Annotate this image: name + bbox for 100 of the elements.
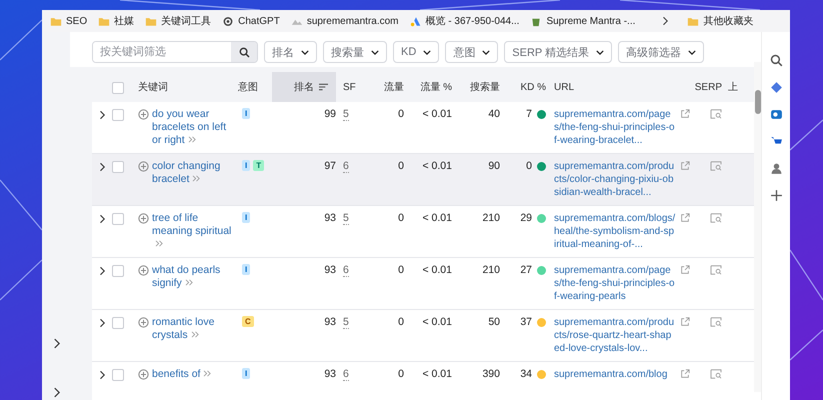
url-link[interactable]: suprememantra.com/blogs/heal/the-symbolism-and-spiritual-meaning-of-... <box>554 212 676 251</box>
double-chevron-icon <box>203 370 212 377</box>
serp-features-count[interactable]: 5 <box>343 212 349 225</box>
filter-dropdown[interactable]: SERP 精选结果 <box>504 41 612 63</box>
column-header[interactable]: 搜索量 <box>452 72 500 102</box>
column-header[interactable]: KD % <box>500 72 546 102</box>
add-circle-icon[interactable] <box>138 265 149 276</box>
keyword-link[interactable]: tree of life meaning spiritual <box>152 212 236 251</box>
serp-features-count[interactable]: 5 <box>343 108 349 121</box>
caret-icon <box>371 50 379 54</box>
row-checkbox[interactable] <box>112 109 124 121</box>
folder-icon <box>687 16 700 26</box>
chevron-right-icon[interactable] <box>662 16 668 26</box>
expand-chevron-icon[interactable] <box>99 318 105 328</box>
add-circle-icon[interactable] <box>138 161 149 172</box>
column-header[interactable]: URL <box>546 72 692 102</box>
bookmark-item[interactable]: 其他收藏夹 <box>687 14 754 28</box>
diamond-icon[interactable] <box>770 81 782 94</box>
url-link[interactable]: suprememantra.com/pages/the-feng-shui-principles-of-wearing-pearls <box>554 264 676 303</box>
external-link-icon[interactable] <box>680 265 690 275</box>
serp-preview-icon[interactable] <box>710 317 722 327</box>
chevron-right-icon[interactable] <box>52 387 60 398</box>
row-checkbox[interactable] <box>112 317 124 329</box>
external-link-icon[interactable] <box>680 317 690 327</box>
row-checkbox[interactable] <box>112 213 124 225</box>
column-header[interactable]: 排名 <box>272 72 336 102</box>
keyword-link[interactable]: what do pearls signify <box>152 264 236 290</box>
column-header[interactable]: SF <box>336 72 364 102</box>
row-checkbox[interactable] <box>112 369 124 381</box>
row-checkbox[interactable] <box>112 161 124 173</box>
serp-features-count[interactable]: 5 <box>343 316 349 329</box>
add-circle-icon[interactable] <box>138 109 149 120</box>
search-icon[interactable] <box>238 46 250 58</box>
add-circle-icon[interactable] <box>138 317 149 328</box>
serp-preview-icon[interactable] <box>710 109 722 119</box>
column-header[interactable]: 流量 <box>364 72 404 102</box>
keyword-difficulty-value: 27 <box>520 264 532 277</box>
row-checkbox[interactable] <box>112 265 124 277</box>
keyword-link[interactable]: do you wear bracelets on left or right <box>152 108 236 147</box>
filter-dropdown[interactable]: 搜索量 <box>323 41 387 63</box>
add-circle-icon[interactable] <box>138 369 149 380</box>
traffic-cell-text: 0 <box>397 160 404 173</box>
keyword-link[interactable]: romantic love crystals <box>152 316 236 342</box>
bookmark-item[interactable]: Supreme Mantra -... <box>530 16 636 26</box>
scrollbar[interactable] <box>754 62 761 392</box>
bookmark-item[interactable]: ChatGPT <box>222 16 280 26</box>
external-link-icon[interactable] <box>680 369 690 379</box>
person-icon[interactable] <box>770 162 782 175</box>
search-icon[interactable] <box>770 54 782 67</box>
bookmark-item[interactable]: 社媒 <box>98 14 134 28</box>
column-header[interactable]: 意图 <box>238 72 272 102</box>
url-link[interactable]: suprememantra.com/blog <box>554 368 676 381</box>
column-header[interactable]: 流量 % <box>404 72 452 102</box>
folder-icon <box>50 16 62 26</box>
chevron-right-icon[interactable] <box>52 338 60 349</box>
expand-chevron-icon[interactable] <box>99 266 105 276</box>
triangle-logo-icon <box>410 16 422 26</box>
rank-cell-text: 93 <box>323 368 336 381</box>
external-link-icon[interactable] <box>680 109 690 119</box>
keyword-filter-field[interactable]: 按关键词筛选 <box>92 41 258 63</box>
search-volume-cell-text: 50 <box>487 316 500 329</box>
keyword-difficulty-value: 34 <box>520 368 532 381</box>
rank-cell-text: 93 <box>323 316 336 329</box>
caret-icon <box>301 50 309 54</box>
external-link-icon[interactable] <box>680 213 690 223</box>
serp-features-count[interactable]: 6 <box>343 160 349 173</box>
keyword-link[interactable]: color changing bracelet <box>152 160 236 186</box>
bookmark-item[interactable]: 关键词工具 <box>145 14 212 28</box>
column-header[interactable]: 关键词 <box>138 72 238 102</box>
serp-preview-icon[interactable] <box>710 161 722 171</box>
traffic-share-cell-text: < 0.01 <box>422 264 452 277</box>
filter-dropdown[interactable]: 高级筛选器 <box>618 41 704 63</box>
url-link[interactable]: suprememantra.com/pages/the-feng-shui-principles-of-wearing-bracelet... <box>554 108 676 147</box>
traffic-cell-text: 0 <box>397 368 404 381</box>
serp-features-count[interactable]: 6 <box>343 264 349 277</box>
bookmark-item[interactable]: suprememantra.com <box>290 16 399 26</box>
filter-dropdown[interactable]: 意图 <box>445 41 498 63</box>
filter-dropdown[interactable]: KD <box>393 41 440 63</box>
filter-dropdown[interactable]: 排名 <box>264 41 317 63</box>
traffic-cell-text: 0 <box>397 212 404 225</box>
add-icon[interactable] <box>770 189 782 202</box>
serp-preview-icon[interactable] <box>710 213 722 223</box>
bookmark-item[interactable]: 概览 - 367-950-044... <box>410 14 520 28</box>
expand-chevron-icon[interactable] <box>99 214 105 224</box>
external-link-icon[interactable] <box>680 161 690 171</box>
url-link[interactable]: suprememantra.com/products/color-changing-pixiu-obsidian-wealth-bracel... <box>554 160 676 199</box>
column-header[interactable]: 上 <box>722 72 740 102</box>
keyword-link[interactable]: benefits of <box>152 368 236 381</box>
select-all-checkbox[interactable] <box>112 82 124 94</box>
column-header[interactable]: SERP <box>692 72 722 102</box>
url-link[interactable]: suprememantra.com/products/rose-quartz-heart-shaped-love-crystals-lov... <box>554 316 676 355</box>
serp-features-count[interactable]: 6 <box>343 368 349 381</box>
expand-chevron-icon[interactable] <box>99 110 105 120</box>
serp-preview-icon[interactable] <box>710 369 722 379</box>
serp-preview-icon[interactable] <box>710 265 722 275</box>
add-circle-icon[interactable] <box>138 213 149 224</box>
bookmark-item[interactable]: SEO <box>50 16 88 26</box>
expand-chevron-icon[interactable] <box>99 162 105 172</box>
double-chevron-icon <box>155 240 164 247</box>
expand-chevron-icon[interactable] <box>99 370 105 380</box>
